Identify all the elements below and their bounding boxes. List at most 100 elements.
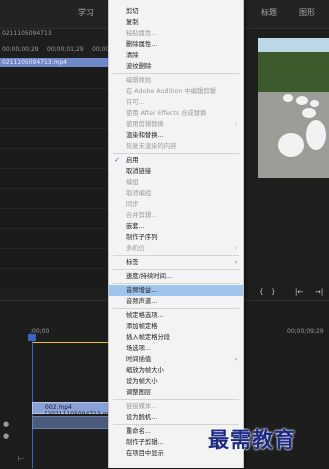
menu-item[interactable]: 波纹删除 <box>109 61 243 72</box>
menu-item-label: 重命名... <box>126 428 151 435</box>
menu-item: 许可... <box>109 97 243 108</box>
menu-item[interactable]: 速度/持续时间... <box>109 271 243 282</box>
menu-item-label: 链接媒体... <box>126 403 158 410</box>
menu-item: 同步 <box>109 199 243 210</box>
watermark-logo: 最需教育 <box>208 427 296 452</box>
menu-item[interactable]: 帧定格选项... <box>109 310 243 321</box>
project-clip[interactable]: 0211105094713.mp4 <box>0 58 108 67</box>
menu-item-label: 时间插值 <box>126 356 152 363</box>
menu-item[interactable]: 音频声道... <box>109 296 243 307</box>
menu-item[interactable]: 插入帧定格分段 <box>109 332 243 343</box>
menu-separator <box>113 73 239 74</box>
menu-item: 合并剪辑... <box>109 210 243 221</box>
mic-icon[interactable]: ● <box>3 432 9 440</box>
menu-item[interactable]: 制作子序列 <box>109 232 243 243</box>
menu-item[interactable]: 剪切 <box>109 6 243 17</box>
menu-item[interactable]: 清除 <box>109 50 243 61</box>
menu-item-label: 波纹删除 <box>126 63 152 70</box>
menu-item[interactable]: 缩放为帧大小 <box>109 365 243 376</box>
mark-out-button[interactable]: } <box>271 288 275 296</box>
menu-item: 取消编组 <box>109 188 243 199</box>
menu-item-label: 同步 <box>126 201 139 208</box>
timeline-end-time: 00;00;09;29 <box>287 328 324 335</box>
menu-separator <box>113 283 239 284</box>
menu-item-label: 编组 <box>126 179 139 186</box>
menu-item: 链接媒体... <box>109 401 243 412</box>
go-to-out-button[interactable]: →| <box>315 288 323 296</box>
menu-item-label: 取消编组 <box>126 190 152 197</box>
menu-item[interactable]: 时间插值 › <box>109 354 243 365</box>
menu-item-label: 合并剪辑... <box>126 212 158 219</box>
menu-item-label: 删除属性... <box>126 41 158 48</box>
pigeon-shape <box>306 120 326 150</box>
menu-item-label: 添加帧定格 <box>126 323 158 330</box>
submenu-arrow-icon: › <box>234 259 237 266</box>
menu-item-label: 嵌套... <box>126 223 145 230</box>
tab-graphics[interactable]: 图形 <box>299 7 315 18</box>
menu-item: 多机位 › <box>109 243 243 254</box>
menu-item[interactable]: 复制 <box>109 17 243 28</box>
mic-icon[interactable]: ● <box>3 420 9 428</box>
menu-item[interactable]: 添加帧定格 <box>109 321 243 332</box>
menu-item: 使用 After Effects 合成替换 <box>109 108 243 119</box>
timeline-video-clip[interactable]: 002.mp4 [20211105094713.mp4] <box>32 402 119 418</box>
sequence-name: 0211105094713 <box>2 30 52 37</box>
menu-item-label: 缩放为帧大小 <box>126 367 164 374</box>
menu-item-label: 剪切 <box>126 8 139 15</box>
menu-item-label: 使用 After Effects 合成替换 <box>126 110 207 117</box>
menu-item[interactable]: 设为帧大小 <box>109 376 243 387</box>
track-lanes <box>0 68 118 288</box>
menu-item[interactable]: 调整图层 <box>109 387 243 398</box>
transport-controls: { } |← →| <box>245 288 329 300</box>
menu-item-label: 制作子剪辑... <box>126 439 164 446</box>
menu-item[interactable]: 取消链接 <box>109 166 243 177</box>
context-menu: 剪切复制粘贴属性... 删除属性... 清除波纹删除编辑原始在 Adobe Audi… <box>108 0 244 468</box>
timeline-audio-clip[interactable] <box>32 416 112 429</box>
menu-item-label: 音频增益... <box>126 287 158 294</box>
menu-item[interactable]: 标签 › <box>109 257 243 268</box>
menu-separator <box>113 399 239 400</box>
menu-item-label: 插入帧定格分段 <box>126 334 171 341</box>
pigeon-shape <box>283 94 293 102</box>
menu-item-label: 清除 <box>126 52 139 59</box>
menu-item: 使用剪辑替换 › <box>109 119 243 130</box>
menu-item-label: 启用 <box>126 157 139 164</box>
menu-item-label: 速度/持续时间... <box>126 273 172 280</box>
menu-item: 编组 <box>109 177 243 188</box>
menu-separator <box>113 153 239 154</box>
menu-item-label: 设为帧大小 <box>126 378 158 385</box>
pigeon-shape <box>278 133 304 157</box>
menu-item: 粘贴属性... <box>109 28 243 39</box>
time-ruler[interactable]: 00;00;00;29 00;00;01;29 00;00;02 <box>0 44 119 56</box>
mark-in-button[interactable]: { <box>259 288 263 296</box>
menu-item-label: 设为脱机... <box>126 414 158 421</box>
menu-item-label: 粘贴属性... <box>126 30 158 37</box>
menu-item[interactable]: 嵌套... <box>109 221 243 232</box>
menu-item-label: 场选项... <box>126 345 151 352</box>
submenu-arrow-icon: › <box>234 356 237 363</box>
pigeon-shape <box>296 96 308 105</box>
menu-item-label: 渲染和替换... <box>126 132 164 139</box>
menu-item-label: 音频声道... <box>126 298 158 305</box>
submenu-arrow-icon: › <box>234 245 237 252</box>
menu-item[interactable]: 删除属性... <box>109 39 243 50</box>
menu-item-label: 使用剪辑替换 <box>126 121 164 128</box>
menu-item[interactable]: 渲染和替换... <box>109 130 243 141</box>
menu-item[interactable]: ✓ 启用 <box>109 155 243 166</box>
menu-item: 在 Adobe Audition 中编辑剪辑 <box>109 86 243 97</box>
ruler-time-2: 00;00;01;29 <box>47 46 84 53</box>
menu-separator <box>113 255 239 256</box>
tab-titles[interactable]: 标题 <box>261 7 277 18</box>
menu-item-label: 调整图层 <box>126 389 152 396</box>
menu-item[interactable]: 场选项... <box>109 343 243 354</box>
menu-separator <box>113 269 239 270</box>
menu-separator <box>113 308 239 309</box>
track-resize-icon[interactable]: ⊢ <box>18 455 24 463</box>
menu-item: 编辑原始 <box>109 75 243 86</box>
menu-item-label: 取消链接 <box>126 168 152 175</box>
tab-learning[interactable]: 学习 <box>78 7 94 18</box>
menu-item[interactable]: 设为脱机... <box>109 412 243 423</box>
menu-item-label: 标签 <box>126 259 139 266</box>
menu-item[interactable]: 音频增益... <box>109 285 243 296</box>
go-to-in-button[interactable]: |← <box>295 288 303 296</box>
